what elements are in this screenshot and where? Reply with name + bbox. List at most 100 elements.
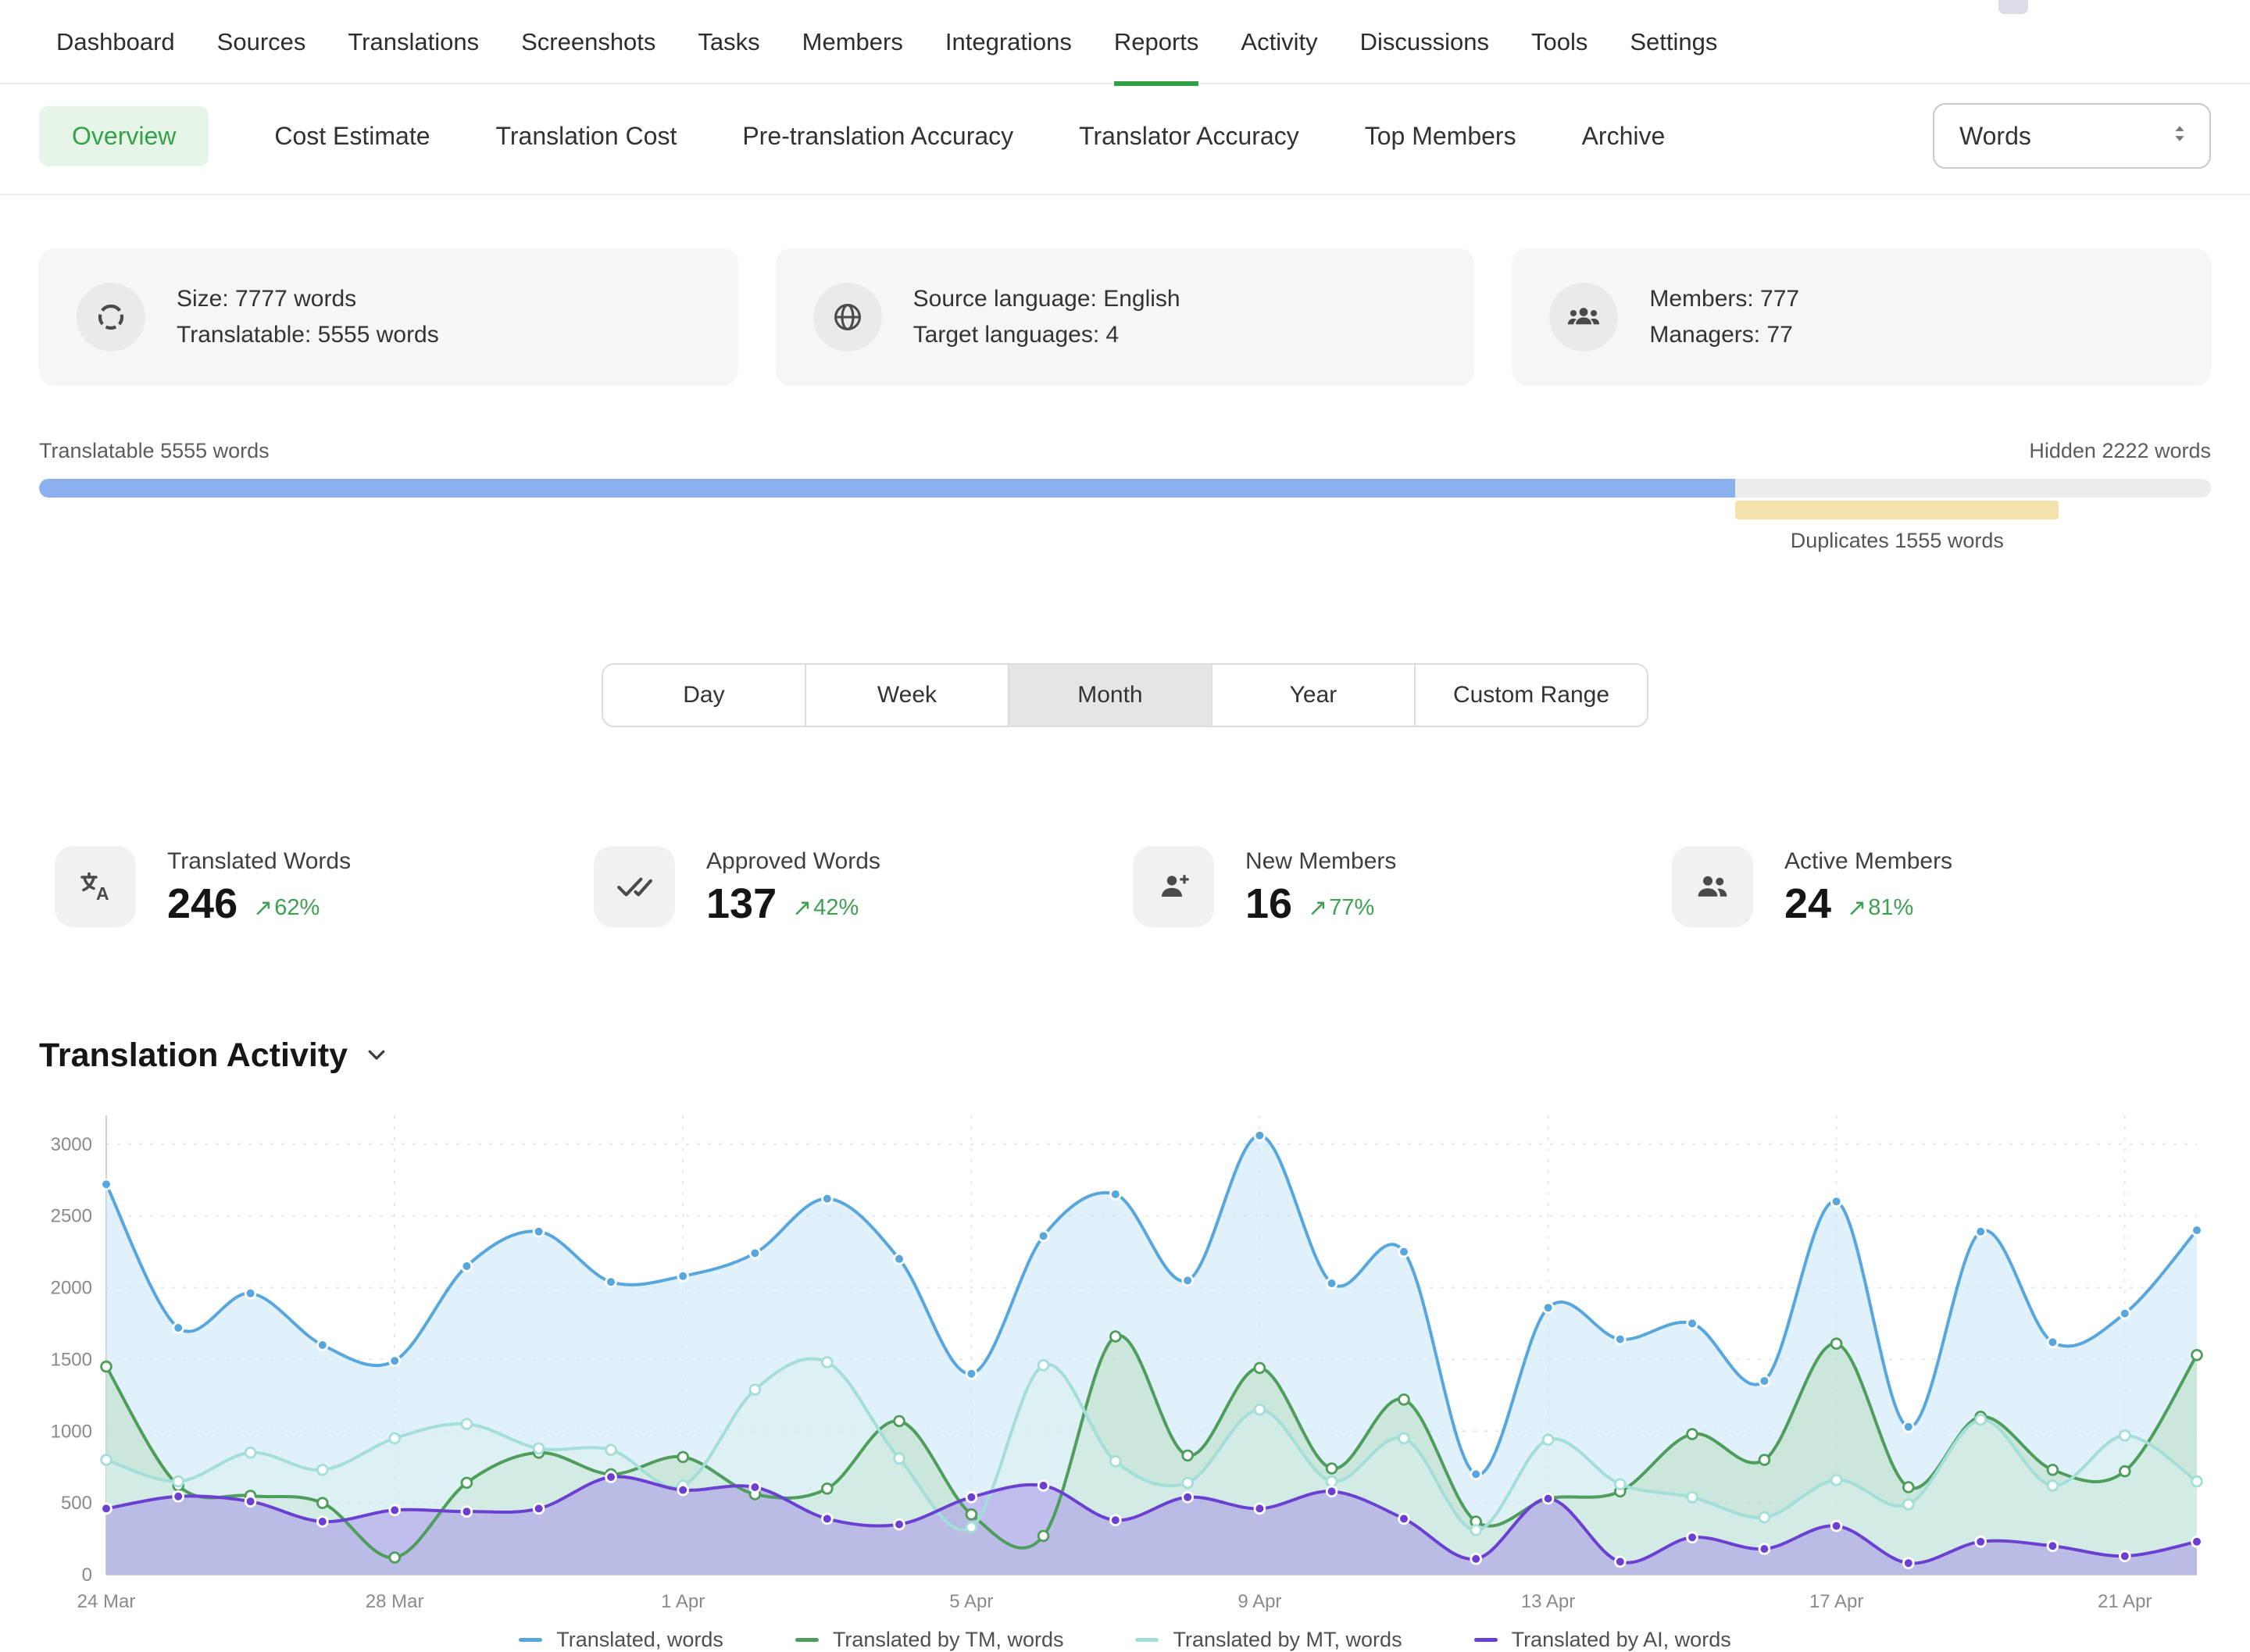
- globe-icon: [813, 283, 882, 351]
- legend-label: Translated by TM, words: [833, 1628, 1064, 1652]
- size-line: Size: 7777 words: [177, 281, 439, 317]
- stat-value: 24: [1784, 883, 1831, 925]
- nav-item-tools[interactable]: Tools: [1531, 0, 1588, 86]
- legend-translated[interactable]: Translated, words: [519, 1628, 723, 1652]
- active-members-icon: [1672, 846, 1753, 927]
- legend-mark-tm: [795, 1638, 819, 1642]
- target-languages-line: Target languages: 4: [913, 317, 1180, 353]
- svg-text:A: A: [96, 883, 109, 904]
- svg-text:2500: 2500: [51, 1206, 92, 1227]
- chevron-down-icon[interactable]: [365, 1037, 388, 1075]
- stat-value: 137: [706, 883, 777, 925]
- range-day-button[interactable]: Day: [602, 663, 806, 727]
- legend-translated-mt[interactable]: Translated by MT, words: [1135, 1628, 1402, 1652]
- range-month-button[interactable]: Month: [1008, 663, 1212, 727]
- trend-up-icon: ↗: [792, 894, 812, 922]
- add-member-icon: [1133, 846, 1214, 927]
- select-stepper-icon: [2169, 122, 2191, 151]
- subnav-item-pretranslation-accuracy[interactable]: Pre-translation Accuracy: [742, 122, 1013, 151]
- activity-chart-svg: 05001000150020002500300024 Mar28 Mar1 Ap…: [19, 1094, 2225, 1618]
- translation-activity-chart: 05001000150020002500300024 Mar28 Mar1 Ap…: [19, 1094, 2250, 1625]
- subnav-item-cost-estimate[interactable]: Cost Estimate: [274, 122, 430, 151]
- legend-label: Translated, words: [556, 1628, 723, 1652]
- nav-item-dashboard[interactable]: Dashboard: [56, 0, 175, 86]
- nav-item-reports[interactable]: Reports: [1114, 0, 1199, 86]
- legend-mark-mt: [1135, 1638, 1159, 1642]
- nav-item-discussions[interactable]: Discussions: [1360, 0, 1489, 86]
- range-year-button[interactable]: Year: [1211, 663, 1416, 727]
- subnav-item-translation-cost[interactable]: Translation Cost: [496, 122, 677, 151]
- subnav-item-translator-accuracy[interactable]: Translator Accuracy: [1079, 122, 1299, 151]
- summary-cards: Size: 7777 words Translatable: 5555 word…: [39, 248, 2211, 386]
- stat-delta: 77%: [1329, 895, 1374, 921]
- double-check-icon: [594, 846, 675, 927]
- legend-translated-ai[interactable]: Translated by AI, words: [1474, 1628, 1731, 1652]
- section-title: Translation Activity: [39, 1037, 348, 1075]
- svg-text:17 Apr: 17 Apr: [1809, 1591, 1863, 1612]
- stat-delta: 81%: [1868, 895, 1913, 921]
- languages-card: Source language: English Target language…: [776, 248, 1475, 386]
- legend-mark-ai: [1474, 1638, 1498, 1642]
- svg-text:0: 0: [82, 1565, 92, 1586]
- unit-select[interactable]: Words: [1933, 103, 2211, 169]
- legend-mark-translated: [519, 1638, 542, 1642]
- nav-item-translations[interactable]: Translations: [348, 0, 479, 86]
- members-icon: [1549, 283, 1618, 351]
- reports-subnav: Overview Cost Estimate Translation Cost …: [0, 84, 2250, 195]
- svg-text:1 Apr: 1 Apr: [661, 1591, 705, 1612]
- range-week-button[interactable]: Week: [805, 663, 1009, 727]
- translatable-line: Translatable: 5555 words: [177, 317, 439, 353]
- stat-value: 16: [1245, 883, 1292, 925]
- svg-text:21 Apr: 21 Apr: [2098, 1591, 2152, 1612]
- nav-item-sources[interactable]: Sources: [217, 0, 306, 86]
- duplicates-label: Duplicates 1555 words: [1791, 529, 2004, 553]
- words-progress: Translatable 5555 words Hidden 2222 word…: [39, 439, 2211, 582]
- trend-up-icon: ↗: [253, 894, 273, 922]
- trend-up-icon: ↗: [1308, 894, 1327, 922]
- hidden-label: Hidden 2222 words: [2029, 439, 2211, 463]
- nav-item-settings[interactable]: Settings: [1630, 0, 1717, 86]
- range-custom-button[interactable]: Custom Range: [1414, 663, 1648, 727]
- svg-text:13 Apr: 13 Apr: [1521, 1591, 1575, 1612]
- svg-text:1000: 1000: [51, 1421, 92, 1442]
- stat-label: Approved Words: [706, 848, 880, 875]
- subnav-item-overview[interactable]: Overview: [39, 106, 209, 166]
- legend-translated-tm[interactable]: Translated by TM, words: [795, 1628, 1064, 1652]
- new-members-stat: New Members 16 ↗77%: [1133, 846, 1672, 927]
- svg-text:24 Mar: 24 Mar: [77, 1591, 136, 1612]
- project-size-card: Size: 7777 words Translatable: 5555 word…: [39, 248, 738, 386]
- members-line: Members: 777: [1649, 281, 1799, 317]
- translated-words-stat: A Translated Words 246 ↗62%: [55, 846, 594, 927]
- unit-select-value: Words: [1959, 122, 2031, 151]
- top-navigation: Dashboard Sources Translations Screensho…: [0, 0, 2250, 84]
- active-members-stat: Active Members 24 ↗81%: [1672, 846, 2211, 927]
- duplicates-bar: [1735, 501, 2059, 519]
- nav-item-tasks[interactable]: Tasks: [698, 0, 759, 86]
- trend-up-icon: ↗: [1847, 894, 1866, 922]
- chart-legend: Translated, words Translated by TM, word…: [0, 1628, 2250, 1652]
- svg-text:1500: 1500: [51, 1349, 92, 1370]
- subnav-item-top-members[interactable]: Top Members: [1365, 122, 1516, 151]
- translatable-label: Translatable 5555 words: [39, 439, 270, 463]
- svg-text:5 Apr: 5 Apr: [949, 1591, 993, 1612]
- partial-element-top-right: [1998, 0, 2028, 14]
- nav-item-activity[interactable]: Activity: [1241, 0, 1317, 86]
- translate-icon: A: [55, 846, 136, 927]
- nav-item-integrations[interactable]: Integrations: [945, 0, 1072, 86]
- stat-value: 246: [167, 883, 238, 925]
- svg-text:2000: 2000: [51, 1278, 92, 1299]
- subnav-item-archive[interactable]: Archive: [1582, 122, 1666, 151]
- source-language-line: Source language: English: [913, 281, 1180, 317]
- progress-fill: [39, 479, 1735, 498]
- legend-label: Translated by AI, words: [1512, 1628, 1731, 1652]
- project-size-icon: [77, 283, 145, 351]
- nav-item-members[interactable]: Members: [802, 0, 903, 86]
- svg-text:3000: 3000: [51, 1134, 92, 1155]
- progress-track: [39, 479, 2211, 498]
- nav-item-screenshots[interactable]: Screenshots: [521, 0, 655, 86]
- svg-text:9 Apr: 9 Apr: [1238, 1591, 1281, 1612]
- stat-delta: 62%: [274, 895, 320, 921]
- date-range-toggle: Day Week Month Year Custom Range: [0, 663, 2250, 727]
- stat-label: Translated Words: [167, 848, 351, 875]
- svg-text:28 Mar: 28 Mar: [366, 1591, 424, 1612]
